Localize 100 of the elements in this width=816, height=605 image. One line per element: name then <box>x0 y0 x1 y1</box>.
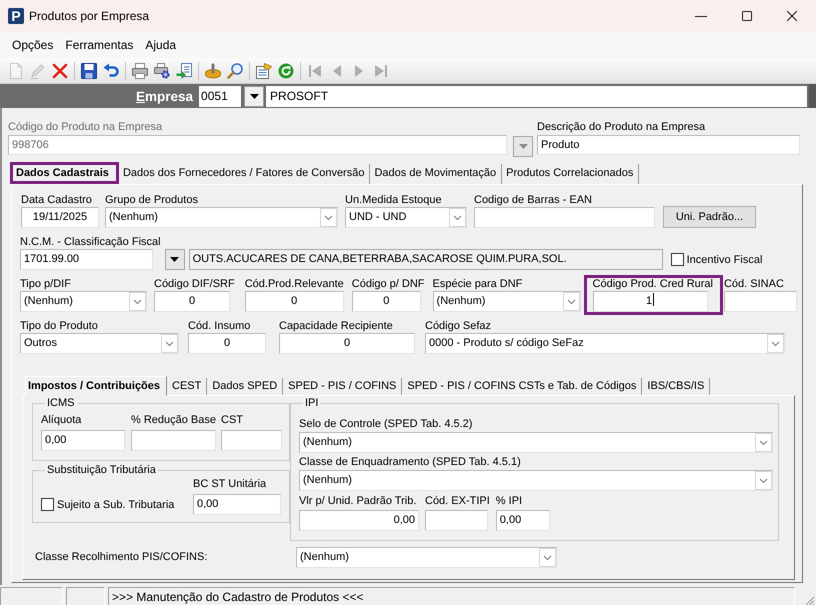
field-label: BC ST Unitária <box>193 478 266 491</box>
dropdown-button[interactable] <box>164 249 185 270</box>
text-field[interactable] <box>724 291 797 312</box>
dropdown-button[interactable] <box>244 86 264 106</box>
close-icon[interactable] <box>787 11 797 21</box>
field-label: Descrição do Produto na Empresa <box>537 121 706 134</box>
tab[interactable]: Dados SPED <box>207 378 284 395</box>
company-code-field[interactable]: 0051 <box>199 86 242 106</box>
product-description-field[interactable]: Produto <box>537 135 800 155</box>
tab[interactable]: SPED - PIS / COFINS <box>283 378 402 395</box>
search-icon[interactable] <box>227 62 243 78</box>
chevron-down-icon <box>161 334 178 353</box>
app-logo: P <box>8 8 24 24</box>
menu-item[interactable]: Ferramentas <box>60 36 138 54</box>
field-label: Tipo p/DIF <box>20 278 71 291</box>
tab[interactable]: Dados dos Fornecedores / Fatores de Conversão <box>118 164 370 184</box>
field-label: Classe Recolhimento PIS/COFINS: <box>35 551 208 564</box>
status-panel <box>0 587 63 605</box>
cross-icon[interactable] <box>52 62 68 78</box>
tab[interactable]: Dados Cadastrais <box>10 162 119 184</box>
group-title: ICMS <box>46 397 76 410</box>
tab[interactable]: Dados de Movimentação <box>370 164 502 184</box>
tab[interactable]: SPED - PIS / COFINS CSTs e Tab. de Códigos <box>402 378 642 395</box>
text-field[interactable]: 0,00 <box>41 430 125 451</box>
text-field[interactable]: 0,00 <box>299 510 419 531</box>
field-label: Código DIF/SRF <box>154 278 235 291</box>
action-button[interactable]: Uni. Padrão... <box>663 206 756 228</box>
curved-arrow-icon[interactable] <box>103 62 119 78</box>
text-field[interactable]: 0 <box>244 291 344 312</box>
triangle-down-icon <box>518 144 528 149</box>
chevron-down-icon <box>129 292 146 311</box>
dropdown-field[interactable]: (Nenhum) <box>432 291 581 312</box>
field-label: Cód. EX-TIPI <box>425 495 490 508</box>
checkbox[interactable] <box>670 253 684 266</box>
printer-icon[interactable] <box>132 62 148 78</box>
tab[interactable]: CEST <box>167 378 208 395</box>
field-label: Código Sefaz <box>425 320 492 333</box>
document-arrow-icon[interactable] <box>176 62 192 78</box>
menu-item[interactable]: Opções <box>7 36 58 54</box>
text-field[interactable]: 0 <box>279 333 415 354</box>
chevron-down-icon <box>449 208 466 227</box>
field-label: % Redução Base <box>131 414 216 427</box>
field-label: Código do Produto na Empresa <box>8 121 162 134</box>
group-title: Substituição Tributária <box>46 464 157 477</box>
status-panel <box>66 587 105 605</box>
text-field[interactable]: 0,00 <box>193 494 281 515</box>
chevron-down-icon <box>755 471 772 490</box>
dropdown-field[interactable]: (Nenhum) <box>105 207 338 228</box>
field-label: CST <box>221 414 243 427</box>
text-field[interactable]: 0 <box>154 291 230 312</box>
dropdown-field[interactable]: UND - UND <box>345 207 467 228</box>
dropdown-field[interactable]: Outros <box>20 333 179 354</box>
chevron-down-icon <box>539 548 556 567</box>
field-label: Cód.Prod.Relevante <box>244 278 344 291</box>
text-field[interactable]: 0,00 <box>496 510 550 531</box>
field-label: Cód. Insumo <box>188 320 250 333</box>
text-field[interactable]: 0 <box>352 291 421 312</box>
description-field: OUTS.ACUCARES DE CANA,BETERRABA,SACAROSE QUIM.PURA,SOL. <box>188 249 663 270</box>
dropdown-field[interactable]: (Nenhum) <box>299 470 773 491</box>
dropdown-field[interactable]: 0000 - Produto s/ código SeFaz <box>425 333 785 354</box>
field-label: Codigo de Barras - EAN <box>474 194 592 207</box>
window-title: Produtos por Empresa <box>29 9 150 23</box>
dropdown-field[interactable]: (Nenhum) <box>299 432 773 453</box>
field-label: N.C.M. - Classificação Fiscal <box>20 236 161 249</box>
checkbox-label: Sujeito a Sub. Tributaria <box>57 498 174 510</box>
tab[interactable]: IBS/CBS/IS <box>642 378 710 395</box>
field-label: Código Prod. Cred Rural <box>592 278 713 291</box>
field-label: Data Cadastro <box>21 194 92 207</box>
chevron-down-icon <box>320 208 337 227</box>
triangle-down-icon <box>250 94 259 98</box>
text-field[interactable] <box>474 207 655 228</box>
text-field[interactable]: 19/11/2025 <box>21 207 99 228</box>
menu-item[interactable]: Ajuda <box>140 36 182 54</box>
dropdown-field[interactable]: (Nenhum) <box>296 547 557 568</box>
notepad-icon[interactable] <box>256 62 272 78</box>
text-field[interactable]: 1 <box>592 291 708 312</box>
company-name-field[interactable]: PROSOFT <box>266 86 807 106</box>
field-label: Cód. SINAC <box>724 278 784 291</box>
field-label: Selo de Controle (SPED Tab. 4.5.2) <box>299 418 472 431</box>
text-field[interactable]: 0 <box>188 333 266 354</box>
company-label: Empresa <box>136 88 194 104</box>
tab[interactable]: Impostos / Contribuições <box>25 376 168 396</box>
chevron-down-icon <box>562 292 580 311</box>
joystick-icon[interactable] <box>205 62 221 78</box>
text-field[interactable] <box>425 510 488 531</box>
refresh-icon[interactable] <box>278 62 294 78</box>
field-label: Classe de Enquadramento (SPED Tab. 4.5.1) <box>299 456 521 469</box>
chevron-down-icon <box>755 433 772 452</box>
checkbox-label: Incentivo Fiscal <box>686 254 762 266</box>
text-field[interactable] <box>131 430 216 451</box>
checkbox[interactable] <box>41 498 54 511</box>
text-field[interactable]: 1701.99.00 <box>20 249 153 270</box>
resize-grip-icon[interactable] <box>804 595 815 605</box>
text-field[interactable] <box>221 430 282 451</box>
group-title: IPI <box>304 397 320 410</box>
tab[interactable]: Produtos Correlacionados <box>502 164 640 184</box>
dropdown-field[interactable]: (Nenhum) <box>20 291 147 312</box>
printer-gear-icon[interactable] <box>154 62 170 78</box>
field-label: Un.Medida Estoque <box>345 194 442 207</box>
maximize-icon[interactable] <box>742 11 752 21</box>
